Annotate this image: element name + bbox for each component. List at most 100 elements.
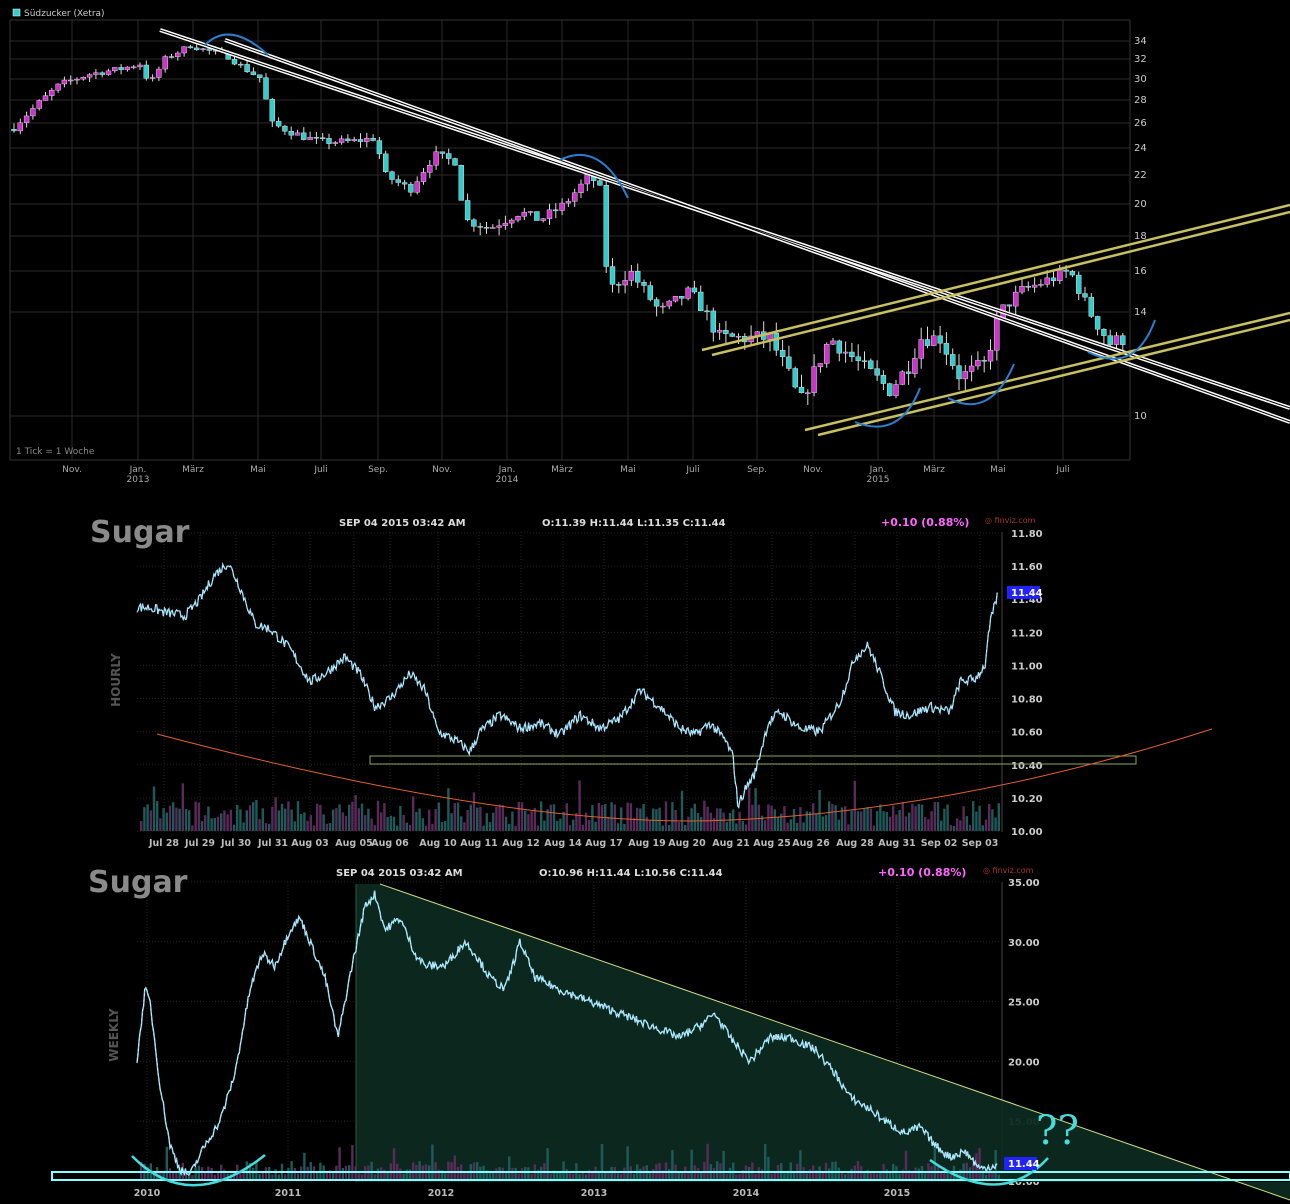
volume-bar (364, 814, 367, 831)
volume-bar (837, 1167, 840, 1181)
candle-body (1019, 285, 1025, 293)
candle-body (546, 209, 553, 219)
volume-bar (927, 819, 930, 831)
candle-body (1044, 277, 1050, 285)
volume-bar (876, 811, 879, 831)
volume-bar (172, 802, 175, 831)
volume-bar (588, 819, 591, 831)
candle-body (137, 64, 143, 68)
volume-bar (536, 825, 540, 831)
candle-body (1013, 291, 1019, 307)
volume-bar (332, 809, 335, 831)
volume-bar (780, 813, 783, 831)
candle-body (433, 151, 439, 166)
volume-bar (847, 824, 850, 831)
y-tick-label: 26 (1134, 118, 1147, 129)
candle-body (786, 356, 792, 369)
candle-body (685, 287, 691, 299)
volume-bar (594, 821, 597, 831)
volume-bar (322, 814, 325, 831)
candle-body (193, 47, 200, 50)
candle-body (635, 271, 641, 283)
candle-body (622, 280, 628, 286)
volume-bar (764, 820, 767, 831)
volume-bar (408, 824, 412, 831)
candle-body (1006, 304, 1013, 307)
candle-body (956, 365, 962, 380)
volume-bar (354, 1166, 357, 1181)
volume-bar (690, 1149, 693, 1181)
volume-bar (431, 1144, 434, 1181)
volume-bar (930, 1166, 933, 1181)
x-tick-label: Juli (685, 465, 699, 475)
volume-bar (956, 818, 959, 831)
candle-body (994, 317, 1000, 351)
candle-body (836, 340, 842, 354)
candle-body (603, 185, 609, 267)
volume-bar (482, 1165, 485, 1181)
volume-bar (610, 802, 613, 831)
x-tick-label: Aug 03 (291, 838, 328, 849)
y-tick-label: 11.60 (1011, 562, 1043, 573)
volume-bar (572, 819, 575, 831)
candle-body (811, 366, 817, 393)
brand-label: ◎ finviz.com (983, 866, 1034, 875)
candle-body (660, 305, 666, 308)
volume-bar (242, 822, 245, 831)
volume-bar (796, 822, 799, 831)
volume-bar (725, 822, 728, 831)
volume-bar (556, 820, 559, 831)
x-tick-label: Aug 12 (502, 838, 539, 849)
candle-body (250, 71, 257, 75)
candle-body (565, 201, 572, 204)
y-tick-label: 30 (1134, 74, 1147, 85)
candle-body (817, 363, 824, 367)
volume-bar (824, 815, 828, 831)
candle-body (420, 172, 427, 182)
volume-bar (802, 822, 805, 831)
volume-bar (879, 804, 882, 831)
header-ohlc: O:11.39 H:11.44 L:11.35 C:11.44 (542, 518, 726, 529)
volume-bar (380, 812, 383, 831)
y-tick-label: 20.00 (1008, 1057, 1040, 1068)
candle-body (149, 77, 156, 79)
volume-bar (850, 810, 853, 831)
last-price-label: 11.44 (1011, 588, 1043, 599)
volume-bar (869, 808, 872, 831)
volume-bar (818, 1166, 821, 1181)
candle-body (99, 72, 105, 75)
volume-bar (735, 823, 738, 831)
candle-body (647, 285, 653, 300)
candle-body (1094, 316, 1101, 330)
candle-body (490, 227, 496, 229)
volume-bar (997, 803, 1000, 831)
volume-bar (181, 783, 184, 831)
volume-bar (236, 804, 239, 831)
candle-body (446, 153, 452, 159)
volume-bar (239, 809, 242, 831)
volume-bar (552, 804, 556, 831)
volume-bar (984, 819, 988, 831)
candle-body (666, 300, 672, 307)
volume-bar (213, 818, 216, 831)
volume-bar (792, 809, 796, 831)
candle-body (679, 296, 685, 299)
volume-bar (821, 816, 824, 831)
candle-body (716, 330, 723, 333)
brand-label: ◎ finviz.com (985, 516, 1036, 525)
volume-bar (392, 1148, 396, 1181)
volume-bar (767, 1156, 770, 1181)
candle-body (616, 284, 622, 286)
header-ohlc: O:10.96 H:11.44 L:10.56 C:11.44 (539, 868, 723, 879)
candle-body (855, 356, 861, 361)
volume-bar (783, 806, 786, 831)
volume-bar (156, 801, 159, 831)
volume-bar (165, 812, 168, 831)
volume-bar (312, 1166, 316, 1181)
volume-bar (268, 1167, 271, 1181)
side-label: WEEKLY (107, 1008, 121, 1062)
candle-body (792, 368, 798, 388)
volume-bar (421, 1165, 424, 1181)
volume-bar (351, 801, 354, 831)
x-tick-label: Jul 29 (184, 838, 215, 849)
